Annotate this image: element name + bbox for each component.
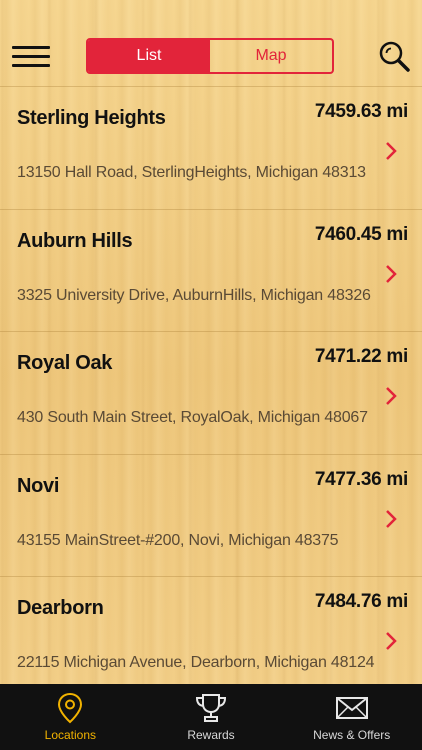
location-row[interactable]: Novi 7477.36 mi 43155 MainStreet-#200, N…	[0, 453, 422, 577]
hamburger-menu-icon[interactable]	[12, 44, 52, 70]
location-row[interactable]: Auburn Hills 7460.45 mi 3325 University …	[0, 208, 422, 332]
location-name: Auburn Hills	[17, 229, 133, 252]
location-name: Dearborn	[17, 597, 104, 620]
location-pin-icon	[58, 692, 83, 724]
location-address: 3325 University Drive, AuburnHills, Mich…	[17, 286, 371, 304]
location-distance: 7460.45 mi	[314, 223, 408, 245]
location-address: 22115 Michigan Avenue, Dearborn, Michiga…	[17, 654, 375, 672]
chevron-right-icon	[386, 264, 397, 283]
chevron-right-icon	[386, 387, 397, 406]
location-distance: 7459.63 mi	[314, 101, 408, 122]
list-segment-button[interactable]: List	[88, 40, 210, 72]
location-row[interactable]: Sterling Heights 7459.63 mi 13150 Hall R…	[0, 86, 422, 209]
menu-line	[12, 55, 50, 58]
tab-label: Locations	[44, 728, 97, 742]
tab-label: News & Offers	[313, 728, 391, 742]
tab-label: Rewards	[187, 728, 235, 742]
list-map-toggle: List Map	[86, 38, 334, 74]
menu-line	[12, 64, 50, 67]
trophy-icon	[195, 694, 227, 722]
location-name: Novi	[17, 474, 60, 497]
location-row[interactable]: Dearborn 7484.76 mi 22115 Michigan Avenu…	[0, 576, 422, 684]
location-address: 43155 MainStreet-#200, Novi, Michigan 48…	[17, 531, 339, 549]
locations-list: Sterling Heights 7459.63 mi 13150 Hall R…	[0, 86, 422, 684]
chevron-right-icon	[386, 632, 397, 651]
location-address: 430 South Main Street, RoyalOak, Michiga…	[17, 409, 368, 427]
location-distance: 7477.36 mi	[314, 468, 408, 490]
map-segment-button[interactable]: Map	[210, 40, 332, 72]
tab-bar: Locations Rewards News & Offers	[0, 684, 422, 750]
chevron-right-icon	[386, 509, 397, 528]
envelope-icon	[335, 697, 368, 719]
location-address: 13150 Hall Road, SterlingHeights, Michig…	[17, 164, 366, 181]
location-name: Sterling Heights	[17, 107, 166, 129]
tab-rewards[interactable]: Rewards	[141, 684, 282, 750]
location-row[interactable]: Royal Oak 7471.22 mi 430 South Main Stre…	[0, 331, 422, 454]
menu-line	[12, 46, 50, 49]
location-distance: 7484.76 mi	[314, 591, 408, 613]
tab-locations[interactable]: Locations	[0, 684, 141, 750]
tab-news-offers[interactable]: News & Offers	[281, 684, 422, 750]
header: List Map	[0, 0, 422, 86]
chevron-right-icon	[386, 142, 397, 160]
location-distance: 7471.22 mi	[314, 346, 408, 368]
search-icon[interactable]	[378, 40, 412, 72]
location-name: Royal Oak	[17, 352, 113, 375]
